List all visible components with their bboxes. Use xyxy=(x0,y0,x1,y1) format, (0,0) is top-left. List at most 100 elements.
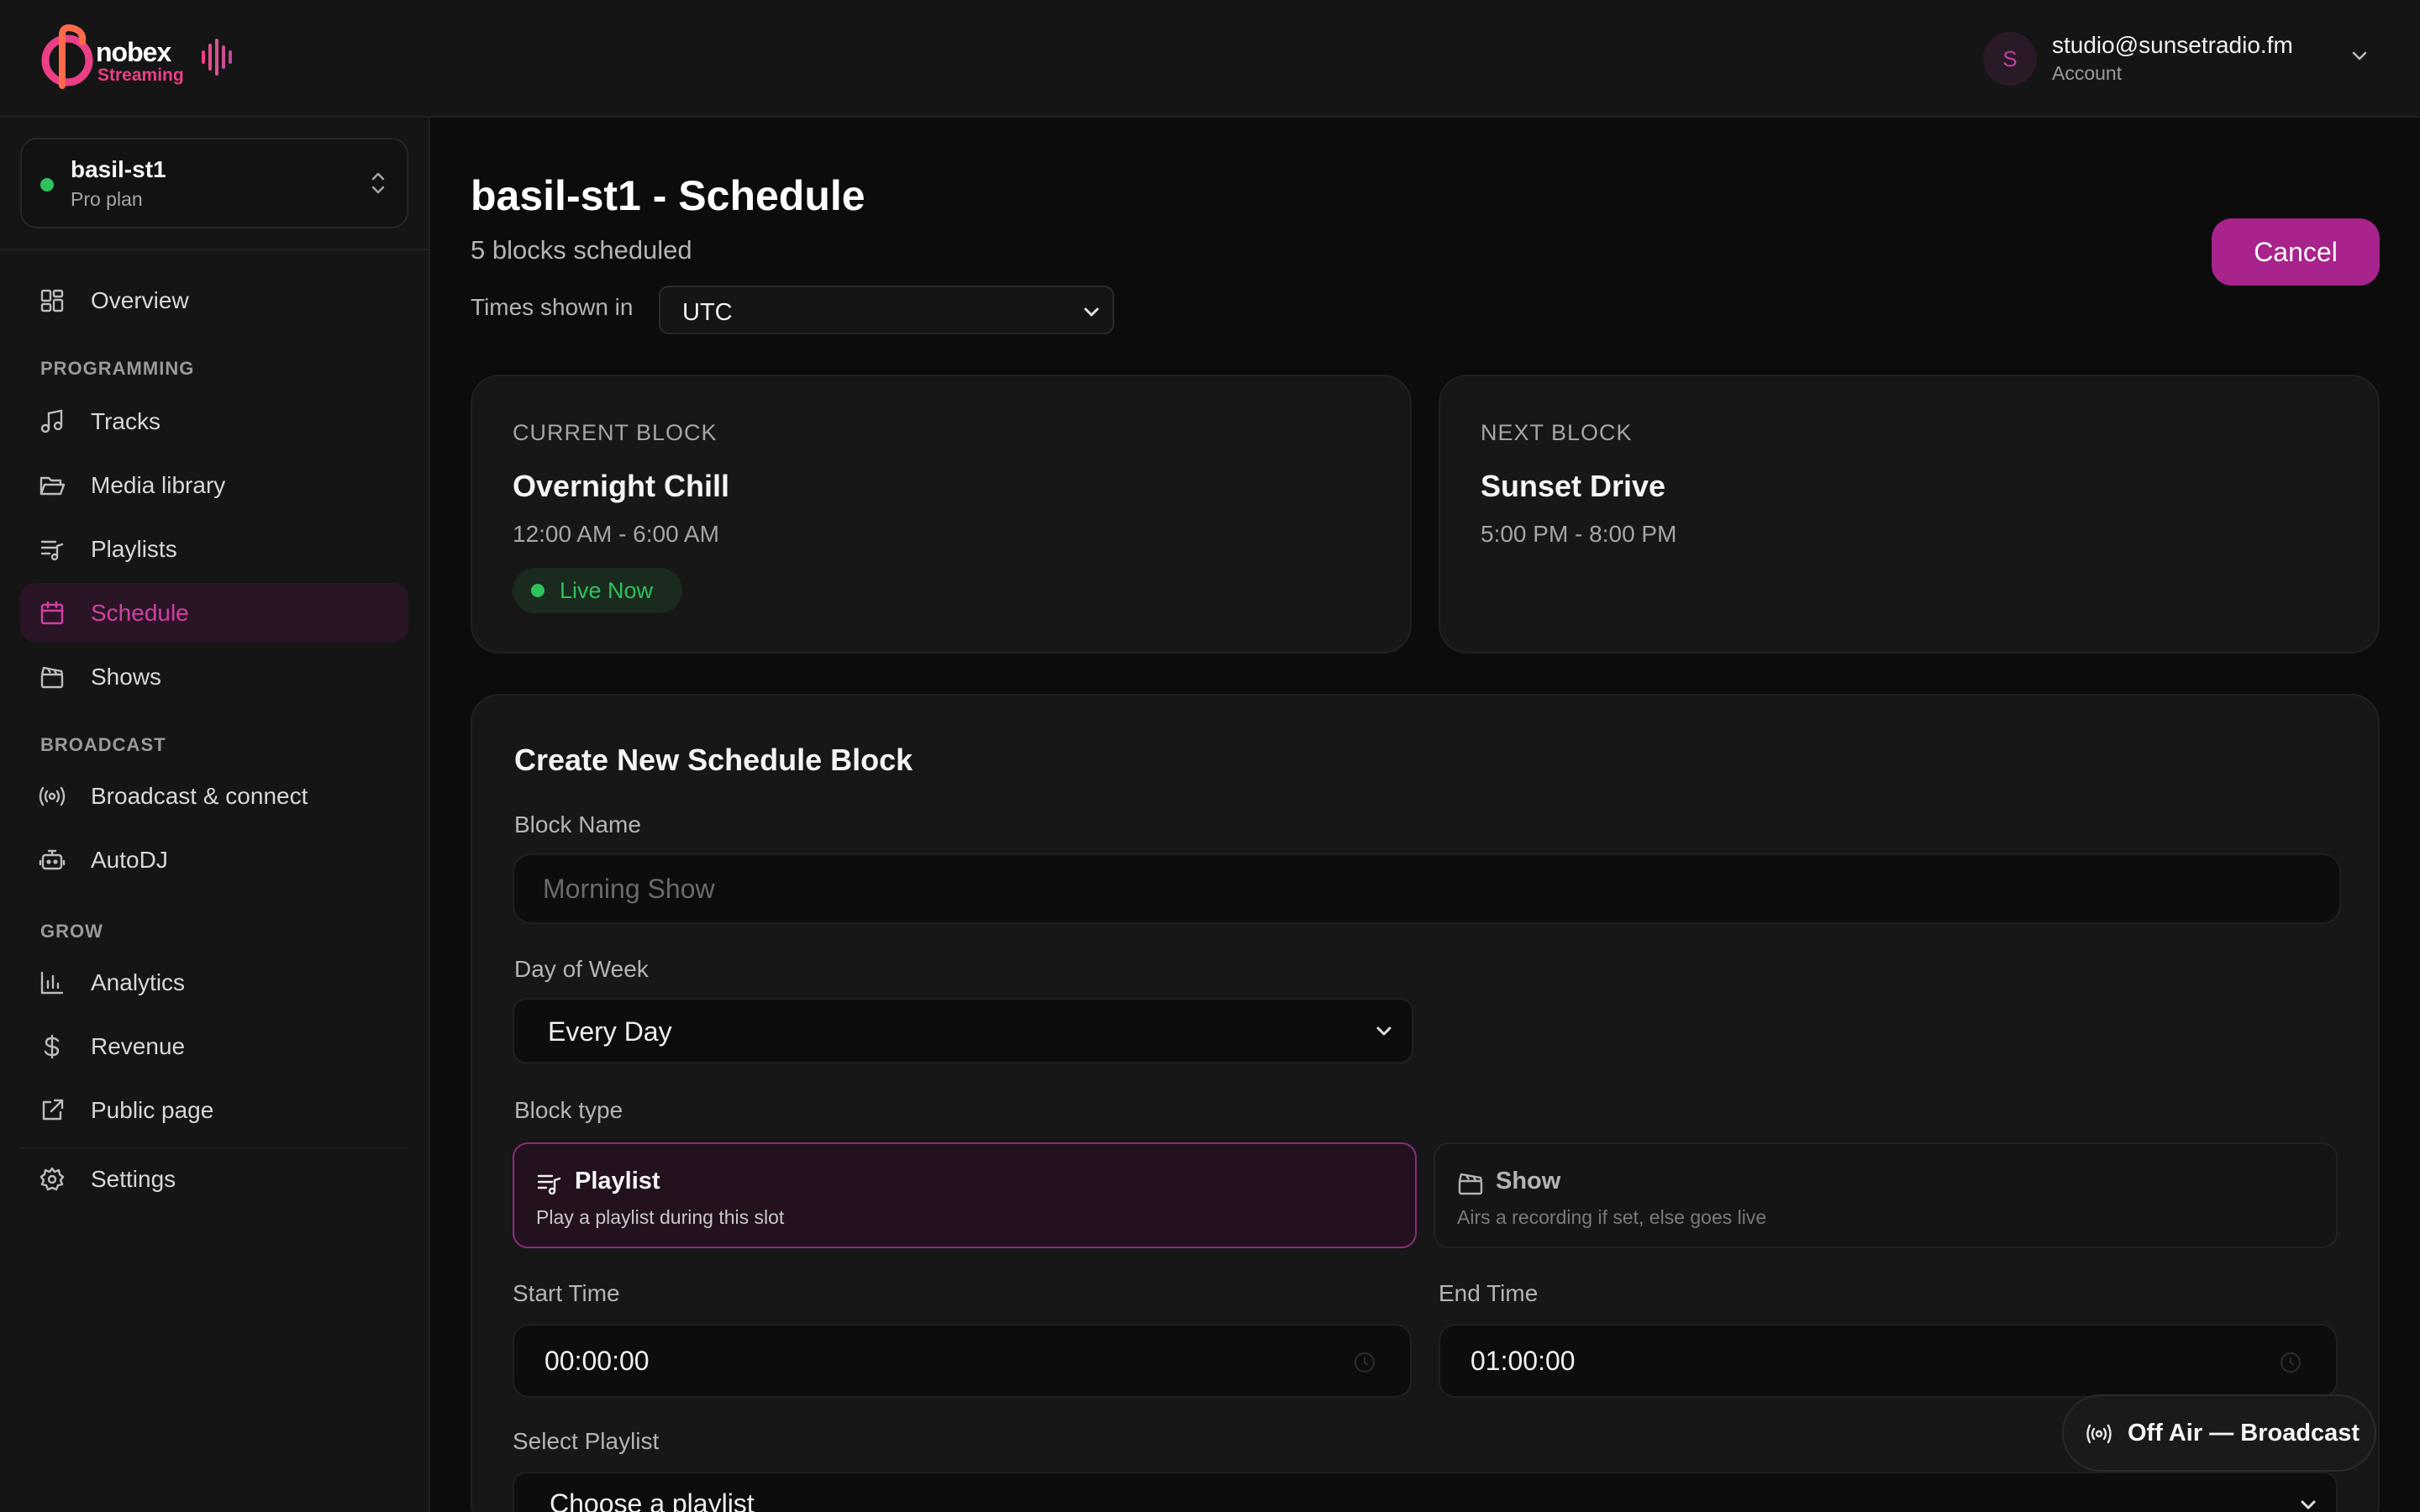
live-now-badge: Live Now xyxy=(513,568,682,613)
end-time-input[interactable]: 01:00:00 xyxy=(1439,1324,2338,1398)
sidebar-item-analytics[interactable]: Analytics xyxy=(20,953,408,1011)
sidebar-item-revenue[interactable]: Revenue xyxy=(20,1016,408,1075)
sidebar-item-label: Revenue xyxy=(91,1033,186,1059)
chevron-down-icon xyxy=(1376,1026,1392,1036)
account-email: studio@sunsetradio.fm xyxy=(2052,32,2293,58)
sidebar-item-overview[interactable]: Overview xyxy=(20,270,408,329)
chevron-down-icon xyxy=(2352,51,2367,60)
sidebar-item-label: Media library xyxy=(91,472,226,498)
account-menu[interactable]: S studio@sunsetradio.fm Account xyxy=(1983,29,2370,89)
sidebar-item-label: Overview xyxy=(91,287,189,313)
block-type-playlist-name: Playlist xyxy=(575,1168,660,1194)
timezone-value: UTC xyxy=(682,299,733,326)
sidebar-item-autodj[interactable]: AutoDJ xyxy=(20,830,408,889)
chevron-down-icon xyxy=(2301,1500,2316,1509)
sidebar-item-playlists[interactable]: Playlists xyxy=(20,519,408,578)
select-playlist-label: Select Playlist xyxy=(513,1428,660,1454)
logo[interactable]: nobex Streaming xyxy=(40,24,242,91)
next-block-time: 5:00 PM - 8:00 PM xyxy=(1481,521,1677,547)
off-air-text: Off Air — Broadcast xyxy=(2128,1420,2360,1446)
sidebar-item-tracks[interactable]: Tracks xyxy=(20,391,408,450)
audio-bars-icon xyxy=(202,39,232,76)
block-type-show-desc: Airs a recording if set, else goes live xyxy=(1457,1206,1767,1228)
playlist-icon xyxy=(537,1174,561,1195)
sidebar-item-public-page[interactable]: Public page xyxy=(20,1080,408,1139)
broadcast-icon xyxy=(39,786,66,806)
start-time-value: 00:00:00 xyxy=(544,1346,650,1376)
next-block-name: Sunset Drive xyxy=(1481,469,1666,503)
block-type-label: Block type xyxy=(514,1097,623,1123)
sidebar-item-label: Schedule xyxy=(91,600,189,626)
logo-mark-icon xyxy=(41,24,93,89)
dashboard-icon xyxy=(40,289,64,312)
calendar-icon xyxy=(40,601,64,625)
current-block-tag: CURRENT BLOCK xyxy=(513,420,718,445)
next-block-tag: NEXT BLOCK xyxy=(1481,420,1633,445)
live-now-text: Live Now xyxy=(560,578,654,603)
dollar-icon xyxy=(44,1034,60,1059)
playlist-select[interactable]: Choose a playlist xyxy=(513,1472,2338,1512)
start-time-input[interactable]: 00:00:00 xyxy=(513,1324,1412,1398)
timezone-select[interactable]: UTC xyxy=(659,286,1114,334)
end-time-value: 01:00:00 xyxy=(1470,1346,1576,1376)
block-type-playlist-desc: Play a playlist during this slot xyxy=(536,1206,785,1228)
top-bar: nobex Streaming S studio@sunsetradio.fm … xyxy=(0,0,2420,118)
page-title: basil-st1 - Schedule xyxy=(471,172,865,219)
sidebar: basil-st1 Pro plan Overview PROGRAMMING … xyxy=(0,118,430,1512)
clapperboard-icon xyxy=(40,666,64,689)
sidebar-item-label: Tracks xyxy=(91,408,160,434)
sidebar-section-grow: GROW xyxy=(40,921,103,942)
end-time-label: End Time xyxy=(1439,1280,1539,1306)
station-switcher[interactable]: basil-st1 Pro plan xyxy=(20,138,408,228)
block-type-show[interactable]: Show Airs a recording if set, else goes … xyxy=(1434,1142,2338,1248)
clock-icon xyxy=(1355,1352,1375,1373)
music-note-icon xyxy=(40,409,63,433)
sidebar-item-label: Analytics xyxy=(91,969,186,995)
block-name-label: Block Name xyxy=(514,811,641,837)
playlist-icon xyxy=(40,540,64,561)
station-status-dot xyxy=(40,178,54,192)
live-dot xyxy=(531,584,544,597)
current-block-time: 12:00 AM - 6:00 AM xyxy=(513,521,719,547)
chevron-down-icon xyxy=(1084,307,1099,317)
sidebar-item-schedule[interactable]: Schedule xyxy=(20,583,408,642)
current-block-card: CURRENT BLOCK Overnight Chill 12:00 AM -… xyxy=(471,375,1412,654)
bar-chart-icon xyxy=(40,971,64,995)
playlist-select-value: Choose a playlist xyxy=(550,1488,755,1512)
sidebar-item-settings[interactable]: Settings xyxy=(20,1149,408,1208)
sidebar-item-label: AutoDJ xyxy=(91,847,168,873)
sidebar-divider xyxy=(0,249,429,250)
start-time-label: Start Time xyxy=(513,1280,620,1306)
sidebar-section-programming: PROGRAMMING xyxy=(40,358,195,379)
sidebar-item-media-library[interactable]: Media library xyxy=(20,455,408,514)
next-block-card: NEXT BLOCK Sunset Drive 5:00 PM - 8:00 P… xyxy=(1439,375,2380,654)
sidebar-item-label: Playlists xyxy=(91,536,177,562)
day-of-week-label: Day of Week xyxy=(514,956,649,982)
timezone-label: Times shown in xyxy=(471,294,634,320)
station-name: basil-st1 xyxy=(71,156,166,182)
day-of-week-select[interactable]: Every Day xyxy=(513,998,1413,1063)
broadcast-icon xyxy=(2086,1424,2112,1444)
sidebar-item-broadcast-connect[interactable]: Broadcast & connect xyxy=(20,766,408,825)
avatar: S xyxy=(1983,32,2037,86)
sidebar-item-label: Settings xyxy=(91,1166,176,1192)
external-link-icon xyxy=(42,1099,64,1121)
off-air-broadcast-button[interactable]: Off Air — Broadcast xyxy=(2062,1394,2376,1472)
block-type-show-name: Show xyxy=(1496,1168,1561,1194)
logo-wordmark: nobex xyxy=(96,37,171,67)
blocks-count: 5 blocks scheduled xyxy=(471,235,692,265)
day-of-week-value: Every Day xyxy=(548,1016,672,1047)
clapperboard-icon xyxy=(1458,1173,1483,1195)
station-plan: Pro plan xyxy=(71,188,143,210)
sidebar-item-label: Public page xyxy=(91,1097,214,1123)
cancel-button[interactable]: Cancel xyxy=(2212,218,2380,286)
sidebar-item-shows[interactable]: Shows xyxy=(20,647,408,706)
sidebar-item-label: Shows xyxy=(91,664,162,690)
chevron-up-down-icon xyxy=(371,172,385,194)
block-name-placeholder: Morning Show xyxy=(543,874,715,904)
block-type-playlist[interactable]: Playlist Play a playlist during this slo… xyxy=(513,1142,1417,1248)
gear-icon xyxy=(39,1167,65,1191)
logo-subtitle: Streaming xyxy=(97,66,184,85)
sidebar-item-label: Broadcast & connect xyxy=(91,783,308,809)
block-name-input[interactable]: Morning Show xyxy=(513,853,2341,924)
